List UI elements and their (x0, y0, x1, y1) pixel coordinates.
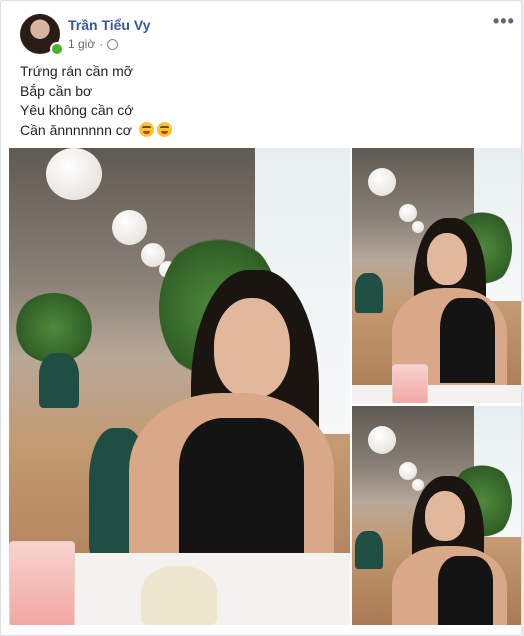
author-name[interactable]: Trần Tiểu Vy (68, 17, 150, 33)
caption-line: Cần ănnnnnnn cơ (20, 121, 132, 138)
post-card: Trần Tiểu Vy 1 giờ · ••• Trứng rán cần m… (0, 0, 522, 636)
post-meta: 1 giờ · (68, 37, 119, 51)
pendant-lamp (399, 462, 417, 480)
pendant-lamp (399, 204, 417, 222)
pendant-lamp (412, 479, 424, 491)
person-top (438, 556, 493, 625)
pendant-lamp (412, 221, 424, 233)
squinting-tongue-emoji-icon (156, 121, 172, 137)
caption-line: Trứng rán cần mỡ (20, 63, 133, 79)
post-time[interactable]: 1 giờ (68, 37, 95, 51)
post-photo-3[interactable] (352, 406, 521, 625)
post-photo-main[interactable] (9, 148, 350, 625)
meta-separator: · (99, 37, 104, 51)
chair (355, 531, 383, 569)
person-top (179, 418, 304, 558)
caption-line: Bắp cần bơ (20, 82, 93, 99)
pendant-lamp (112, 210, 147, 245)
table (352, 385, 521, 403)
post-photo-2[interactable] (352, 148, 521, 403)
person-face (425, 491, 465, 541)
chair (355, 273, 383, 313)
online-status-indicator (50, 42, 64, 56)
person-top (440, 298, 495, 383)
pendant-lamp (368, 168, 396, 196)
cake (141, 566, 217, 625)
post-caption: Trứng rán cần mỡ Bắp cần bơ Yêu không cầ… (20, 62, 172, 140)
caption-line: Yêu không cần cớ (20, 102, 134, 118)
pendant-lamp (46, 148, 102, 200)
pendant-lamp (368, 426, 396, 454)
more-options-icon[interactable]: ••• (493, 11, 515, 32)
caption-line-last: Cần ănnnnnnn cơ (20, 121, 172, 141)
drink-glass (392, 364, 428, 403)
drink-glass (9, 541, 75, 625)
squinting-tongue-emoji-icon (138, 121, 154, 137)
chair (39, 353, 79, 408)
globe-icon[interactable] (107, 38, 119, 50)
person-face (214, 298, 290, 398)
person-face (427, 233, 467, 285)
